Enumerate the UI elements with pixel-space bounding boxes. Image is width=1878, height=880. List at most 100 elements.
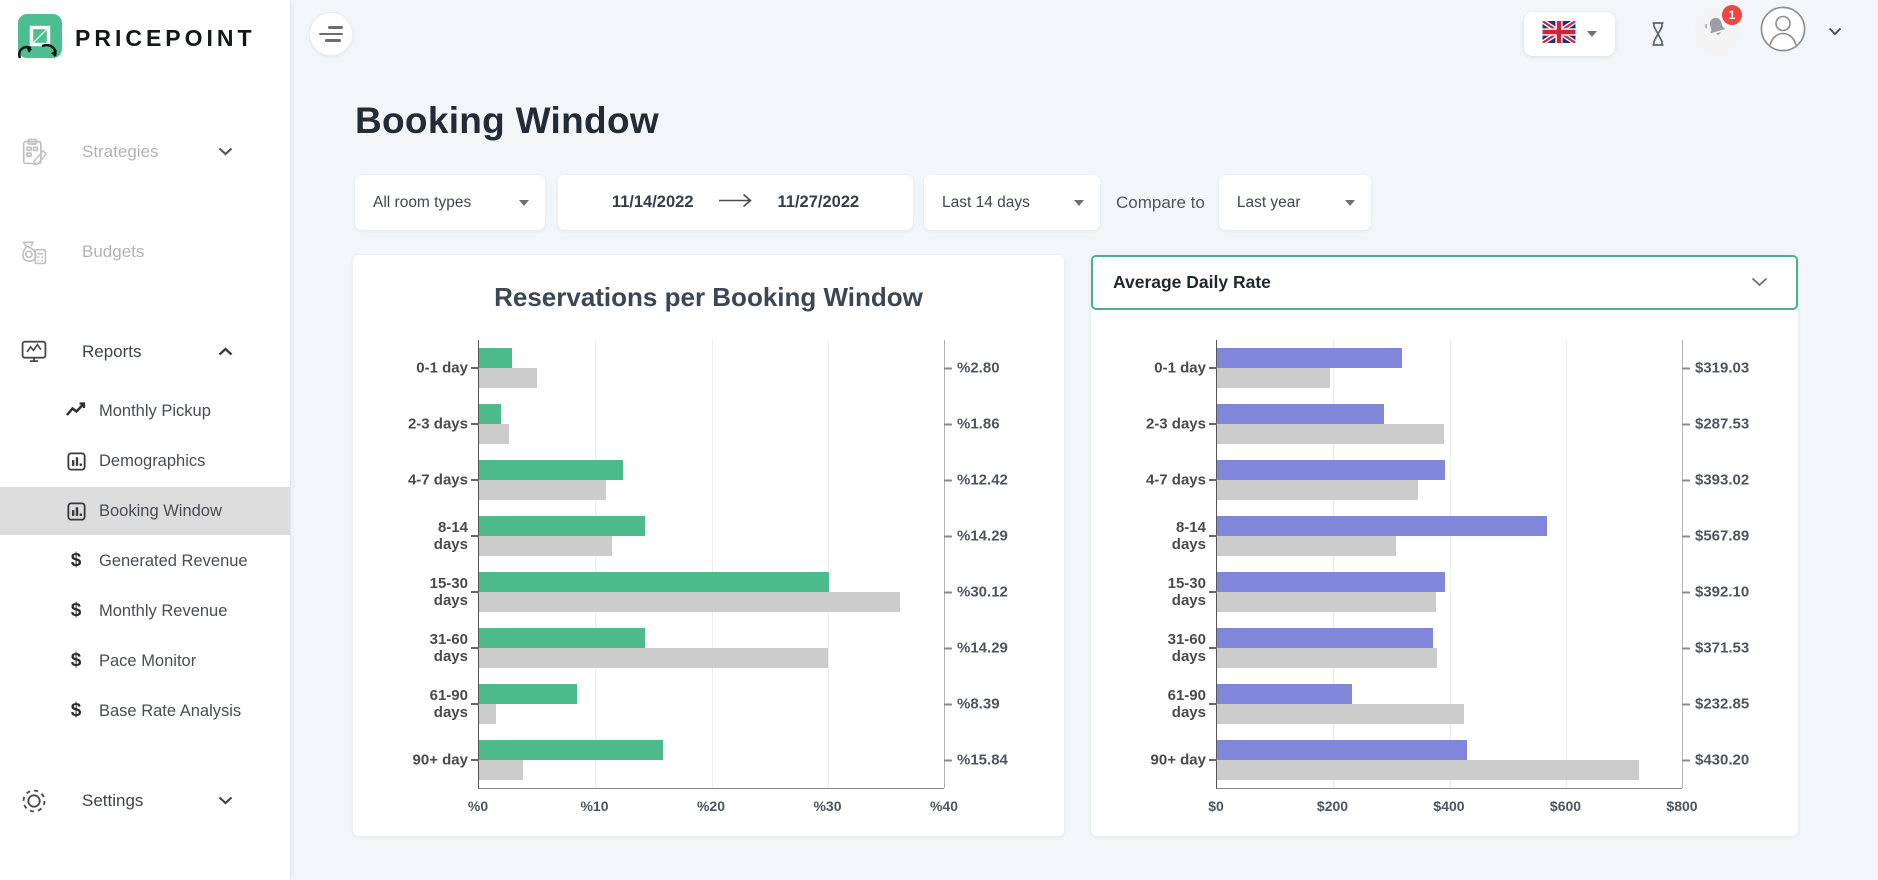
compare-to-select[interactable]: Last year	[1219, 175, 1371, 230]
x-axis-tick-label: $0	[1208, 798, 1224, 814]
sidebar-item-monthly-pickup[interactable]: Monthly Pickup	[0, 387, 290, 435]
user-menu-chevron-icon[interactable]	[1828, 23, 1842, 41]
axis-tick	[1209, 423, 1217, 425]
x-axis-tick-label: %30	[813, 798, 841, 814]
axis-tick	[1209, 479, 1217, 481]
category-label: 90+ day	[1086, 751, 1206, 768]
sidebar-item-label: Booking Window	[99, 502, 222, 521]
notification-badge: 1	[1722, 5, 1742, 25]
axis-tick	[1209, 367, 1217, 369]
x-axis-tick-label: $200	[1317, 798, 1348, 814]
chart-row: 4-7 days$393.02	[1217, 452, 1682, 508]
bar-last-year	[479, 648, 828, 668]
value-text: %8.39	[957, 696, 1000, 713]
sidebar-item-booking-window[interactable]: Booking Window	[0, 487, 290, 535]
chart-row: 90+ day%15.84	[479, 732, 944, 788]
axis-tick	[471, 423, 479, 425]
value-tick	[1682, 367, 1690, 369]
sidebar-item-label: Demographics	[99, 452, 205, 471]
date-preset-select[interactable]: Last 14 days	[924, 175, 1100, 230]
sidebar-item-base-rate-analysis[interactable]: $ Base Rate Analysis	[0, 687, 290, 735]
gear-icon	[14, 785, 54, 817]
bar-last-year	[1217, 760, 1639, 780]
chart-row: 61-90 days%8.39	[479, 676, 944, 732]
dollar-icon: $	[64, 550, 88, 572]
date-from-input[interactable]: 11/14/2022	[612, 193, 694, 212]
bar-current-period	[479, 516, 645, 536]
dropdown-arrow-icon	[1587, 31, 1597, 37]
bar-chart-icon	[64, 450, 88, 473]
bar-current-period	[1217, 572, 1445, 592]
uk-flag-icon	[1542, 21, 1576, 48]
axis-tick	[471, 367, 479, 369]
dollar-icon: $	[64, 700, 88, 722]
sidebar-item-pace-monitor[interactable]: $ Pace Monitor	[0, 637, 290, 685]
bar-last-year	[479, 424, 509, 444]
hamburger-menu-button[interactable]	[309, 12, 353, 56]
category-label: 8-14 days	[348, 519, 468, 554]
right-arrow-icon	[718, 193, 754, 213]
sidebar-item-label: Settings	[82, 791, 143, 811]
gridline	[1682, 340, 1683, 788]
language-selector[interactable]	[1524, 12, 1615, 56]
sidebar-item-strategies[interactable]: Strategies	[0, 124, 290, 180]
dropdown-arrow-icon	[1345, 200, 1355, 206]
axis-tick	[1209, 535, 1217, 537]
value-label: $567.89	[1682, 528, 1749, 545]
sidebar-item-demographics[interactable]: Demographics	[0, 437, 290, 485]
compare-to-value: Last year	[1237, 194, 1301, 212]
chart-row: 0-1 day%2.80	[479, 340, 944, 396]
chart-row: 61-90 days$232.85	[1217, 676, 1682, 732]
x-axis-tick-label: $600	[1550, 798, 1581, 814]
value-text: $393.02	[1695, 472, 1749, 489]
value-label: %15.84	[944, 752, 1008, 769]
axis-tick	[1209, 647, 1217, 649]
chevron-down-icon	[218, 792, 233, 810]
bar-last-year	[1217, 424, 1444, 444]
sidebar-item-budgets[interactable]: Budgets	[0, 224, 290, 280]
bar-current-period	[479, 740, 663, 760]
chart-row: 8-14 days%14.29	[479, 508, 944, 564]
hourglass-icon[interactable]	[1646, 21, 1670, 52]
value-tick	[1682, 759, 1690, 761]
axis-tick	[471, 479, 479, 481]
chart-plot-area: 0-1 day%2.802-3 days%1.864-7 days%12.428…	[478, 340, 944, 789]
x-axis-tick-label: $400	[1433, 798, 1464, 814]
date-to-input[interactable]: 11/27/2022	[778, 193, 860, 212]
value-text: %30.12	[957, 584, 1008, 601]
category-label: 15-30 days	[1086, 575, 1206, 610]
brand-name: PRICEPOINT	[75, 25, 256, 52]
sidebar-item-reports[interactable]: Reports	[0, 324, 290, 380]
bar-last-year	[1217, 704, 1464, 724]
value-tick	[944, 367, 952, 369]
value-tick	[1682, 479, 1690, 481]
bar-current-period	[1217, 740, 1467, 760]
value-tick	[944, 535, 952, 537]
dropdown-arrow-icon	[1074, 200, 1084, 206]
user-avatar[interactable]	[1760, 6, 1806, 57]
room-type-select[interactable]: All room types	[355, 175, 545, 230]
metric-select[interactable]: Average Daily Rate	[1091, 255, 1798, 310]
sidebar-item-settings[interactable]: Settings	[0, 773, 290, 829]
chevron-up-icon	[218, 343, 233, 361]
bar-current-period	[1217, 684, 1352, 704]
notifications-button[interactable]: 1	[1694, 7, 1740, 53]
value-label: %2.80	[944, 360, 1000, 377]
value-tick	[944, 703, 952, 705]
sidebar-item-label: Generated Revenue	[99, 552, 248, 571]
sidebar-item-monthly-revenue[interactable]: $ Monthly Revenue	[0, 587, 290, 635]
value-tick	[944, 647, 952, 649]
chart-x-axis: %0%10%20%30%40	[478, 789, 944, 821]
reservations-chart-card: Reservations per Booking Window 0-1 day%…	[353, 255, 1064, 836]
value-text: %15.84	[957, 752, 1008, 769]
sidebar-item-generated-revenue[interactable]: $ Generated Revenue	[0, 537, 290, 585]
axis-tick	[471, 535, 479, 537]
sidebar-item-label: Base Rate Analysis	[99, 702, 241, 721]
value-label: $232.85	[1682, 696, 1749, 713]
x-axis-tick-label: %20	[697, 798, 725, 814]
category-label: 2-3 days	[1086, 415, 1206, 432]
bar-current-period	[479, 628, 645, 648]
date-range-picker[interactable]: 11/14/2022 11/27/2022	[558, 175, 913, 230]
value-text: $319.03	[1695, 360, 1749, 377]
category-label: 31-60 days	[1086, 631, 1206, 666]
